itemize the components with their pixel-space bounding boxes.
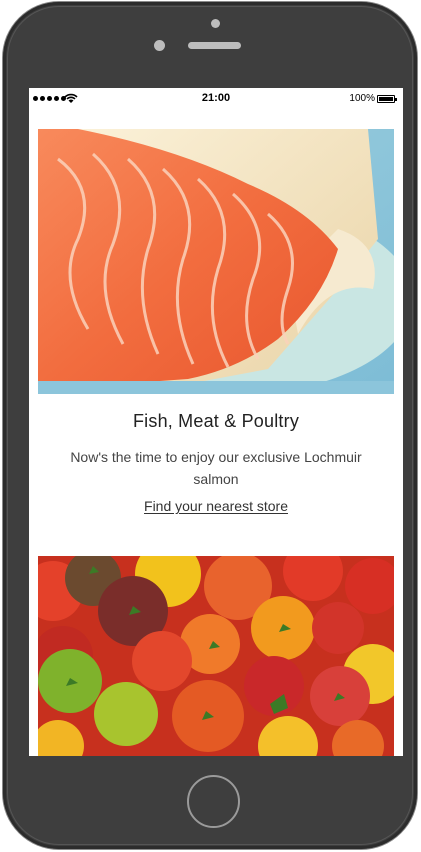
sensor-dot [211, 19, 220, 28]
phone-frame: 21:00 100% Fish, Meat & Poultry Now's th… [3, 2, 417, 849]
battery-percentage: 100% [349, 93, 375, 104]
phone-screen: 21:00 100% Fish, Meat & Poultry Now's th… [29, 88, 403, 756]
salmon-hero-image[interactable] [38, 129, 394, 394]
tomatoes-image[interactable] [38, 556, 394, 756]
earpiece-speaker [188, 42, 241, 49]
battery-icon [377, 95, 397, 103]
status-bar: 21:00 100% [29, 88, 403, 110]
section-description: Now's the time to enjoy our exclusive Lo… [70, 449, 362, 487]
front-camera [154, 40, 165, 51]
status-time: 21:00 [201, 92, 231, 104]
section-title: Fish, Meat & Poultry [132, 411, 300, 431]
home-button[interactable] [187, 775, 240, 828]
store-link-container: Find your nearest store [29, 498, 403, 514]
find-store-link[interactable]: Find your nearest store [144, 498, 288, 514]
